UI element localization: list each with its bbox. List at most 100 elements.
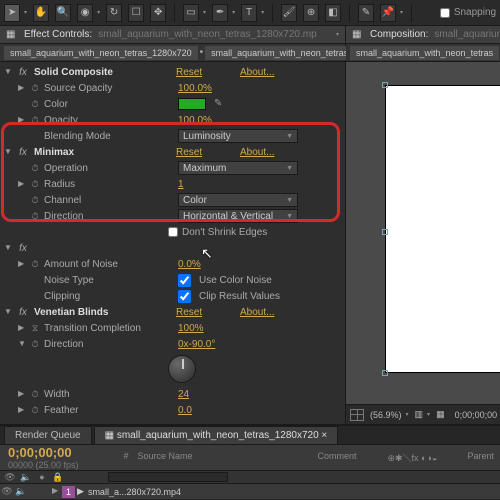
stopwatch-icon[interactable]: ⏱ bbox=[30, 163, 40, 173]
chevron-down-icon[interactable]: ▾ bbox=[97, 9, 100, 16]
camera-tool[interactable]: ☐ bbox=[128, 4, 144, 22]
snapping-toggle[interactable]: Snapping bbox=[440, 7, 496, 18]
speaker-icon[interactable]: 🔈 bbox=[20, 472, 32, 483]
direction-dropdown[interactable]: Horizontal & Vertical▼ bbox=[178, 209, 298, 223]
pen-tool[interactable]: ✒ bbox=[212, 4, 228, 22]
timecode[interactable]: 0;00;00;00 bbox=[455, 410, 498, 420]
res-icon[interactable]: ▦ bbox=[436, 409, 445, 420]
clone-tool[interactable]: ⊕ bbox=[303, 4, 319, 22]
chevron-down-icon[interactable]: ▾ bbox=[400, 9, 403, 16]
current-time[interactable]: 0;00;00;00 bbox=[0, 445, 93, 460]
color-swatch[interactable] bbox=[178, 98, 206, 110]
reset-link[interactable]: Reset bbox=[176, 67, 236, 78]
col-source[interactable]: Source Name bbox=[131, 451, 311, 464]
eye-icon[interactable]: 👁 bbox=[0, 486, 14, 497]
stopwatch-icon[interactable]: ⏱ bbox=[30, 115, 40, 125]
prop-value[interactable]: 0x-90.0° bbox=[178, 339, 215, 350]
roto-tool[interactable]: ✎ bbox=[358, 4, 374, 22]
hand-tool[interactable]: ✋ bbox=[33, 4, 49, 22]
transform-handle[interactable] bbox=[382, 229, 388, 235]
disclosure-triangle[interactable]: ▶ bbox=[18, 389, 26, 398]
tab-composition[interactable]: ▦ small_aquarium_with_neon_tetras_1280x7… bbox=[94, 426, 339, 444]
disclosure-triangle[interactable]: ▶ bbox=[18, 115, 26, 124]
shape-tool[interactable]: ▭ bbox=[183, 4, 199, 22]
chevron-down-icon[interactable]: ▾ bbox=[24, 9, 27, 16]
snapping-checkbox[interactable] bbox=[440, 8, 450, 18]
stopwatch-icon[interactable]: ⏱ bbox=[30, 99, 40, 109]
chevron-down-icon[interactable]: ▾ bbox=[203, 9, 206, 16]
disclosure-triangle[interactable]: ▼ bbox=[4, 67, 12, 76]
composition-viewer[interactable] bbox=[346, 62, 500, 404]
fx-badge[interactable]: fx bbox=[16, 243, 30, 254]
direction-dial[interactable] bbox=[168, 355, 196, 383]
about-link[interactable]: About... bbox=[240, 147, 274, 158]
fx-badge[interactable]: fx bbox=[16, 67, 30, 78]
stopwatch-icon[interactable]: ⏱ bbox=[30, 211, 40, 221]
stopwatch-icon[interactable]: ⏱ bbox=[30, 195, 40, 205]
operation-dropdown[interactable]: Maximum▼ bbox=[178, 161, 298, 175]
panel-menu-icon[interactable]: ▾ bbox=[336, 31, 339, 38]
type-tool[interactable]: T bbox=[241, 4, 257, 22]
prop-value[interactable]: 0.0 bbox=[178, 405, 192, 416]
chevron-down-icon[interactable]: ▾ bbox=[261, 9, 264, 16]
brush-tool[interactable]: 🖌 bbox=[281, 4, 297, 22]
rotate-tool[interactable]: ↻ bbox=[106, 4, 122, 22]
disclosure-triangle[interactable]: ▼ bbox=[18, 339, 26, 348]
disclosure-triangle[interactable]: ▶ bbox=[18, 179, 26, 188]
solo-icon[interactable]: ● bbox=[36, 472, 48, 482]
prop-value[interactable]: 100.0% bbox=[178, 115, 212, 126]
layer-search-input[interactable] bbox=[108, 472, 228, 482]
grid-icon[interactable] bbox=[350, 409, 364, 421]
fx-badge[interactable]: fx bbox=[16, 147, 30, 158]
reset-link[interactable]: Reset bbox=[176, 147, 236, 158]
stopwatch-icon[interactable]: ⏱ bbox=[30, 405, 40, 415]
chevron-down-icon[interactable]: ▾ bbox=[427, 411, 430, 418]
eyedropper-icon[interactable]: ✎ bbox=[214, 98, 226, 110]
zoom-tool[interactable]: 🔍 bbox=[55, 4, 71, 22]
stopwatch-icon[interactable]: ⏱ bbox=[30, 179, 40, 189]
stopwatch-icon[interactable]: ⏱ bbox=[30, 83, 40, 93]
channel-dropdown[interactable]: Color▼ bbox=[178, 193, 298, 207]
orbit-tool[interactable]: ◉ bbox=[77, 4, 93, 22]
chevron-down-icon[interactable]: ▾ bbox=[406, 411, 409, 418]
layer-row[interactable]: 👁 🔈 ▶ 1 ▶ small_a...280x720.mp4 bbox=[0, 484, 500, 500]
stopwatch-icon[interactable]: ⏱ bbox=[30, 259, 40, 269]
effect-name[interactable]: Solid Composite bbox=[34, 67, 172, 78]
layer-name[interactable]: small_a...280x720.mp4 bbox=[84, 487, 284, 497]
composition-canvas[interactable] bbox=[386, 86, 500, 372]
view-mode-icon[interactable]: ▥ bbox=[415, 409, 424, 420]
blending-mode-dropdown[interactable]: Luminosity▼ bbox=[178, 129, 298, 143]
use-color-noise-checkbox[interactable] bbox=[178, 274, 191, 287]
speaker-icon[interactable]: 🔈 bbox=[14, 486, 28, 497]
transform-handle[interactable] bbox=[382, 82, 388, 88]
chevron-down-icon[interactable]: ▾ bbox=[232, 9, 235, 16]
disclosure-triangle[interactable]: ▶ bbox=[18, 405, 26, 414]
clip-result-checkbox[interactable] bbox=[178, 290, 191, 303]
effect-name[interactable]: Minimax bbox=[34, 147, 172, 158]
dont-shrink-checkbox[interactable] bbox=[168, 227, 178, 237]
pin-tool[interactable]: 📌 bbox=[380, 4, 396, 22]
disclosure-triangle[interactable]: ▶ bbox=[18, 323, 26, 332]
effect-name[interactable]: Venetian Blinds bbox=[34, 307, 172, 318]
stopwatch-icon[interactable]: ⧖ bbox=[30, 323, 40, 333]
col-parent[interactable]: Parent bbox=[461, 451, 500, 464]
about-link[interactable]: About... bbox=[240, 67, 274, 78]
disclosure-triangle[interactable]: ▼ bbox=[4, 307, 12, 316]
breadcrumb-layer[interactable]: small_aquarium_with_neon_tetras bbox=[205, 46, 354, 60]
col-comment[interactable]: Comment bbox=[311, 451, 381, 464]
prop-value[interactable]: 100% bbox=[178, 323, 204, 334]
selection-tool[interactable]: ➤ bbox=[4, 4, 20, 22]
disclosure-triangle[interactable]: ▶ bbox=[18, 83, 26, 92]
disclosure-triangle[interactable]: ▼ bbox=[4, 147, 12, 156]
col-switches[interactable]: ⊕✱＼fx ◐◑◒ bbox=[381, 451, 461, 464]
stopwatch-icon[interactable]: ⏱ bbox=[30, 389, 40, 399]
breadcrumb-comp[interactable]: small_aquarium_with_neon_tetras_1280x720 bbox=[4, 46, 198, 60]
eraser-tool[interactable]: ◧ bbox=[325, 4, 341, 22]
about-link[interactable]: About... bbox=[240, 307, 274, 318]
zoom-level[interactable]: (56.9%) bbox=[370, 410, 402, 420]
breadcrumb-comp[interactable]: small_aquarium_with_neon_tetras bbox=[350, 46, 499, 60]
transform-handle[interactable] bbox=[382, 370, 388, 376]
reset-link[interactable]: Reset bbox=[176, 307, 236, 318]
eye-icon[interactable]: 👁 bbox=[4, 472, 16, 483]
anchor-tool[interactable]: ✥ bbox=[150, 4, 166, 22]
